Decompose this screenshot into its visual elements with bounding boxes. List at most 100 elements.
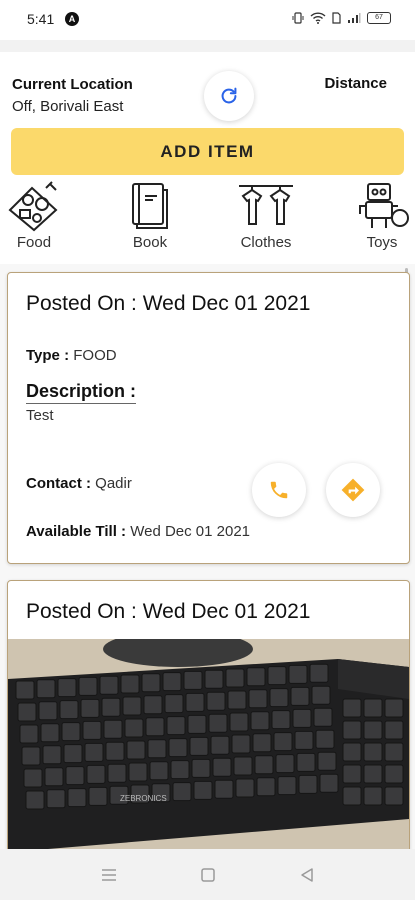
post-list[interactable]: Posted On : Wed Dec 01 2021 Type : FOOD … (0, 264, 415, 849)
keyboard-key (107, 763, 127, 783)
category-toys[interactable]: Toys (342, 180, 415, 264)
available-label: Available Till : (26, 523, 127, 540)
keyboard-key (44, 767, 64, 787)
keyboard-key (342, 720, 362, 740)
keyboard-key (17, 702, 37, 722)
keyboard-key (298, 774, 318, 794)
keyboard-key (101, 697, 121, 717)
keyboard-key (46, 789, 66, 809)
post-card[interactable]: Posted On : Wed Dec 01 2021 ZEBRONICS (7, 580, 410, 849)
book-icon (132, 183, 168, 229)
keyboard-key (189, 736, 209, 756)
keyboard-key (128, 762, 148, 782)
keyboard-key (99, 675, 119, 695)
type-value: FOOD (73, 347, 117, 364)
keyboard-key (103, 719, 123, 739)
description-label: Description : (26, 381, 137, 404)
call-button[interactable] (252, 463, 306, 517)
post-photo: ZEBRONICS (8, 631, 409, 849)
category-label: Toys (366, 234, 398, 251)
keyboard-key (342, 698, 362, 718)
keyboard-key (225, 668, 245, 688)
wifi-icon (310, 12, 326, 24)
keyboard-key (145, 717, 165, 737)
keyboard-key (229, 712, 249, 732)
keyboard-key (290, 686, 310, 706)
keyboard-key (317, 751, 337, 771)
keyboard-key (309, 663, 329, 683)
posted-on-title: Posted On : Wed Dec 01 2021 (26, 292, 311, 315)
keyboard-key (363, 742, 383, 762)
keyboard-key (235, 778, 255, 798)
keyboard-key (23, 768, 43, 788)
keyboard-key (267, 666, 287, 686)
current-location-title: Current Location (12, 76, 133, 93)
keyboard-key (172, 782, 192, 802)
battery-icon: 67 (367, 12, 391, 24)
keyboard-key (105, 741, 125, 761)
toys-icon (359, 183, 409, 228)
keyboard-key (122, 696, 142, 716)
available-value: Wed Dec 01 2021 (130, 523, 251, 540)
keyboard-key (15, 680, 35, 700)
posted-on-title: Posted On : Wed Dec 01 2021 (26, 600, 311, 623)
keyboard-key (227, 690, 247, 710)
back-icon[interactable] (298, 866, 316, 884)
category-clothes[interactable]: Clothes (226, 180, 306, 264)
keyboard-key (273, 732, 293, 752)
refresh-icon (221, 87, 237, 104)
clothes-icon (239, 185, 293, 225)
keyboard-key (363, 764, 383, 784)
keyboard-key (208, 713, 228, 733)
keyboard-key (65, 766, 85, 786)
keyboard-key (384, 786, 404, 806)
keyboard-key (164, 694, 184, 714)
keyboard-key (269, 688, 289, 708)
status-bar: 5:41 A 67 (0, 0, 415, 40)
keyboard-brand: ZEBRONICS (120, 794, 167, 803)
distance-button[interactable]: Distance (324, 75, 387, 92)
keyboard-key (59, 700, 79, 720)
keyboard-key (162, 672, 182, 692)
home-icon[interactable] (199, 866, 217, 884)
signal-icon (348, 13, 361, 23)
keyboard-photo: ZEBRONICS (8, 631, 409, 849)
add-item-button[interactable]: ADD ITEM (11, 128, 404, 175)
contact-row: Contact : Qadir (26, 475, 132, 492)
keyboard-key (275, 754, 295, 774)
keyboard-key (25, 790, 45, 810)
sim-icon (332, 12, 341, 24)
menu-icon[interactable] (100, 866, 118, 884)
keyboard-key (120, 674, 140, 694)
keyboard-key (256, 777, 276, 797)
contact-label: Contact : (26, 475, 91, 492)
keyboard-key (250, 711, 270, 731)
keyboard-key (80, 698, 100, 718)
category-book[interactable]: Book (110, 180, 190, 264)
keyboard-key (187, 714, 207, 734)
keyboard-key (271, 710, 291, 730)
keyboard-key (147, 739, 167, 759)
category-food[interactable]: Food (0, 180, 74, 264)
contact-value: Qadir (95, 475, 132, 492)
keyboard-key (170, 760, 190, 780)
keyboard-key (88, 786, 108, 806)
keyboard-key (212, 757, 232, 777)
post-card[interactable]: Posted On : Wed Dec 01 2021 Type : FOOD … (7, 272, 410, 564)
keyboard-key (294, 730, 314, 750)
keyboard-key (292, 708, 312, 728)
keyboard-key (84, 742, 104, 762)
keyboard-key (313, 707, 333, 727)
keyboard-key (363, 786, 383, 806)
keyboard-key (19, 724, 39, 744)
refresh-button[interactable] (204, 71, 254, 121)
keyboard-key (42, 745, 62, 765)
keyboard-key (82, 720, 102, 740)
type-label: Type : (26, 347, 70, 364)
food-icon (8, 181, 58, 232)
directions-button[interactable] (326, 463, 380, 517)
keyboard-key (168, 738, 188, 758)
keyboard-key (149, 761, 169, 781)
category-label: Food (16, 234, 52, 251)
keyboard-key (141, 673, 161, 693)
